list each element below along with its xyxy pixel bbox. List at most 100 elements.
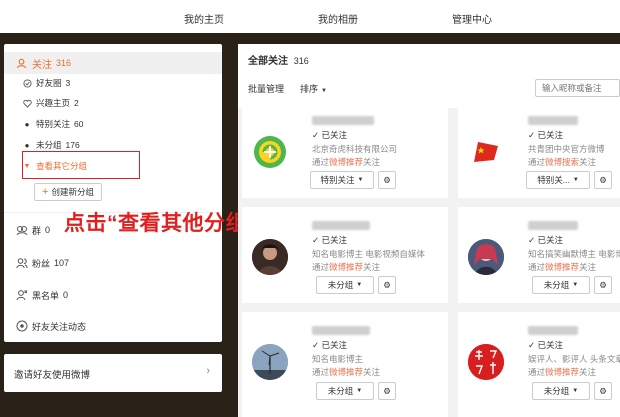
- via-prefix: 通过: [312, 367, 330, 377]
- sidebar-item-friends-circle[interactable]: 好友圈 3: [22, 74, 70, 92]
- follow-label: 关注: [32, 59, 52, 71]
- follow-source: 通过微博推荐关注: [312, 261, 380, 273]
- title-count: 316: [293, 56, 309, 66]
- caret-down-icon: ▼: [572, 388, 579, 394]
- group-button-label: 特别关...: [537, 175, 570, 185]
- invite-friends-panel[interactable]: 邀请好友使用微博 ›: [4, 354, 222, 392]
- batch-manage-button[interactable]: 批量管理: [248, 82, 284, 95]
- user-desc: 知名搞笑幽默博主 电影博主: [528, 249, 620, 259]
- via-link[interactable]: 微博推荐: [545, 367, 579, 377]
- sidebar-item-special-follow[interactable]: ● 特别关注 60: [22, 115, 84, 133]
- blacklist-label: 黑名单: [32, 290, 60, 301]
- follow-status: ✓ 已关注: [528, 339, 563, 351]
- chevron-right-icon: ›: [206, 365, 210, 377]
- fans-count: 107: [54, 258, 70, 268]
- follow-card: ✓ 已关注 北京奇虎科技有限公司 通过微博推荐关注 特别关注 ▼ ⚙: [242, 102, 448, 198]
- page-title: 全部关注 316: [248, 52, 309, 67]
- top-nav: 我的主页 我的相册 管理中心: [0, 0, 620, 33]
- check-icon: ✓: [528, 235, 536, 245]
- follow-status: ✓ 已关注: [528, 234, 563, 246]
- sidebar-item-fans[interactable]: 粉丝 107: [16, 253, 69, 273]
- gear-icon: ⚙: [383, 174, 391, 185]
- gear-icon: ⚙: [599, 279, 607, 290]
- user-desc: 知名电影博主: [312, 354, 364, 364]
- avatar: [468, 344, 504, 380]
- group-count: 2: [74, 98, 79, 108]
- sort-label: 排序: [300, 84, 319, 94]
- gear-icon: ⚙: [599, 385, 607, 396]
- via-prefix: 通过: [528, 157, 546, 167]
- follow-source: 通过微博推荐关注: [312, 366, 380, 378]
- caret-down-icon: ▼: [321, 88, 327, 94]
- follow-list-panel: 全部关注 316 批量管理 排序▼ ✓ 已关注 北京奇虎科技有限公司 通过微博推…: [238, 44, 620, 417]
- status-label: 已关注: [537, 130, 564, 140]
- group-button-label: 未分组: [543, 386, 570, 396]
- blurred-username: [528, 116, 578, 125]
- check-icon: ✓: [528, 130, 536, 140]
- via-suffix: 关注: [579, 367, 597, 377]
- create-group-label: 创建新分组: [51, 187, 94, 197]
- fans-icon: [16, 257, 28, 269]
- user-desc: 共青团中央官方微博: [528, 144, 605, 154]
- group-count: 3: [65, 78, 71, 88]
- sort-dropdown[interactable]: 排序 ▼: [300, 82, 327, 95]
- group-select-button[interactable]: 未分组 ▼: [532, 276, 590, 294]
- group-select-button[interactable]: 未分组 ▼: [316, 382, 374, 400]
- sidebar-item-interest-page[interactable]: 兴趣主页 2: [22, 94, 79, 112]
- group-select-button[interactable]: 未分组 ▼: [316, 276, 374, 294]
- create-group-button[interactable]: + 创建新分组: [34, 183, 102, 201]
- nav-my-album[interactable]: 我的相册: [318, 11, 358, 26]
- settings-button[interactable]: ⚙: [594, 382, 612, 400]
- blurred-username: [312, 221, 370, 230]
- search-input[interactable]: [535, 79, 620, 97]
- settings-button[interactable]: ⚙: [378, 382, 396, 400]
- sidebar-item-friends-activity[interactable]: 好友关注动态: [16, 316, 86, 336]
- settings-button[interactable]: ⚙: [594, 171, 612, 189]
- settings-button[interactable]: ⚙: [378, 171, 396, 189]
- sidebar-item-follow[interactable]: 关注 316: [4, 52, 222, 74]
- via-link[interactable]: 微博推荐: [329, 262, 363, 272]
- via-suffix: 关注: [363, 367, 381, 377]
- avatar: [468, 134, 504, 170]
- highlight-box: [22, 151, 140, 179]
- heart-icon: [22, 99, 32, 108]
- follow-count: 316: [56, 58, 72, 68]
- avatar: [252, 134, 288, 170]
- group-select-button[interactable]: 特别关注 ▼: [310, 171, 374, 189]
- caret-down-icon: ▼: [572, 177, 579, 183]
- via-prefix: 通过: [312, 157, 330, 167]
- caret-down-icon: ▼: [572, 282, 579, 288]
- nav-my-home[interactable]: 我的主页: [184, 11, 224, 26]
- friends-circle-icon: [22, 78, 32, 88]
- follow-card: ✓ 已关注 知名搞笑幽默博主 电影博主 通过微博推荐关注 未分组▼ ⚙: [458, 207, 620, 303]
- bullet-icon: ●: [24, 119, 30, 129]
- user-desc: 北京奇虎科技有限公司: [312, 144, 398, 154]
- via-suffix: 关注: [363, 157, 381, 167]
- gear-icon: ⚙: [383, 279, 391, 290]
- avatar: [252, 344, 288, 380]
- follow-status: ✓ 已关注: [312, 129, 347, 141]
- sidebar-item-group-chat[interactable]: 群 0: [16, 220, 50, 240]
- via-suffix: 关注: [363, 262, 381, 272]
- blacklist-count: 0: [63, 290, 69, 300]
- via-prefix: 通过: [312, 262, 330, 272]
- settings-button[interactable]: ⚙: [594, 276, 612, 294]
- group-select-button[interactable]: 特别关... ▼: [526, 171, 590, 189]
- settings-button[interactable]: ⚙: [378, 276, 396, 294]
- group-chat-icon: [16, 224, 28, 236]
- status-label: 已关注: [321, 130, 348, 140]
- group-select-button[interactable]: 未分组 ▼: [532, 382, 590, 400]
- blurred-username: [528, 326, 578, 335]
- via-link[interactable]: 微博推荐: [545, 262, 579, 272]
- via-link[interactable]: 微博推荐: [329, 367, 363, 377]
- follow-card: ✓ 已关注 知名电影博主 电影视频自媒体 通过微博推荐关注 未分组 ▼ ⚙: [242, 207, 448, 303]
- sidebar-item-blacklist[interactable]: 黑名单 0: [16, 285, 68, 305]
- via-suffix: 关注: [579, 262, 597, 272]
- via-link[interactable]: 微博搜索: [545, 157, 579, 167]
- status-label: 已关注: [321, 340, 348, 350]
- invite-label: 邀请好友使用微博: [14, 370, 91, 381]
- status-label: 已关注: [537, 235, 564, 245]
- follow-source: 通过微博推荐关注: [528, 366, 596, 378]
- nav-admin-center[interactable]: 管理中心: [452, 11, 492, 26]
- via-link[interactable]: 微博推荐: [329, 157, 363, 167]
